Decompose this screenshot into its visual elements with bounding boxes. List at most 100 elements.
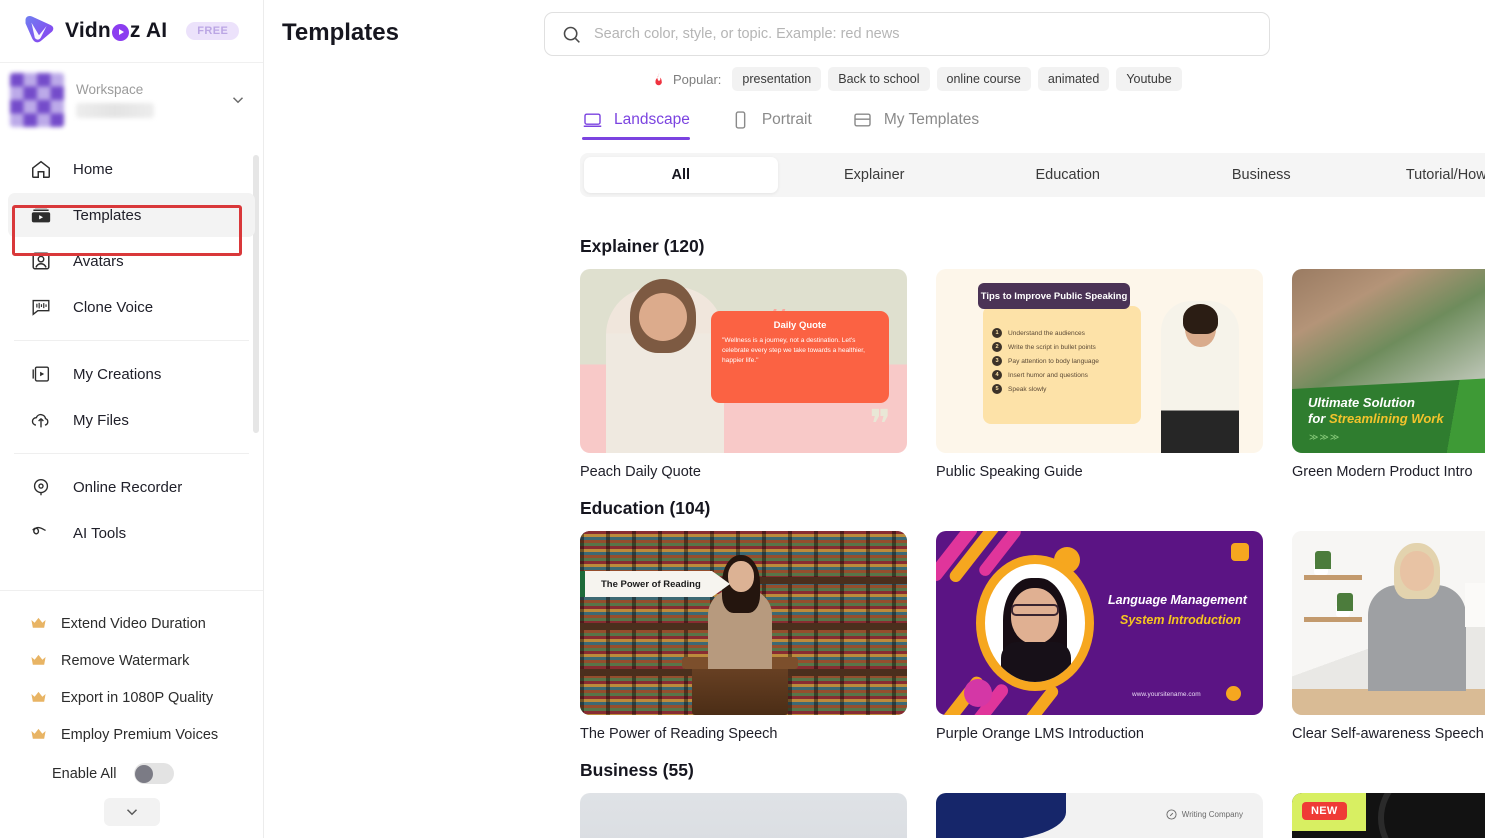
thumb-desk	[1292, 689, 1485, 715]
list-number: 4	[992, 370, 1002, 380]
popular-tags-row: Popular: presentation Back to school onl…	[652, 67, 1465, 91]
template-thumbnail: Language Management System Introduction …	[936, 531, 1263, 715]
thumb-person	[1368, 585, 1466, 691]
thumb-url: www.yoursitename.com	[1132, 691, 1201, 698]
category-all[interactable]: All	[584, 157, 778, 193]
section-title: Explainer (120)	[580, 236, 1485, 257]
template-card[interactable]: ❝ ❞ Daily Quote "Wellness is a journey, …	[580, 269, 907, 480]
thumb-quote-card: Daily Quote "Wellness is a journey, not …	[711, 311, 889, 403]
template-card[interactable]: The Power of Reading The Power of Readin…	[580, 531, 907, 742]
popular-tag-presentation[interactable]: presentation	[732, 67, 821, 91]
tab-landscape[interactable]: Landscape	[582, 110, 690, 140]
thumb-list-item: Insert humor and questions	[1008, 372, 1088, 379]
popular-tag-online-course[interactable]: online course	[937, 67, 1031, 91]
sidebar-collapse-area	[0, 784, 263, 838]
sidebar-item-templates[interactable]: Templates	[8, 193, 255, 237]
template-card[interactable]: Ultimate Solution for Streamlining Work …	[1292, 269, 1485, 480]
sidebar-nav: Home Templates Avatars	[0, 141, 263, 590]
thumb-person-hair	[1183, 304, 1218, 334]
template-name: Clear Self-awareness Speech	[1292, 726, 1485, 742]
thumb-quote-title: Daily Quote	[722, 320, 878, 331]
sidebar-item-label: Online Recorder	[73, 479, 182, 496]
brand-logo[interactable]: Vidn z AI FREE	[0, 0, 263, 62]
brand-name-part2: z AI	[130, 19, 167, 43]
thumb-list-item: Speak slowly	[1008, 386, 1046, 393]
sidebar-item-home[interactable]: Home	[8, 147, 255, 191]
popular-tag-animated[interactable]: animated	[1038, 67, 1109, 91]
premium-item-premium-voices[interactable]: Employ Premium Voices	[0, 716, 263, 753]
template-card[interactable]	[580, 793, 907, 838]
sidebar-item-label: Templates	[73, 207, 141, 224]
thumb-arrows-decor: ≫≫≫	[1309, 432, 1340, 443]
workspace-switcher[interactable]: Workspace	[0, 62, 263, 141]
template-thumbnail: The Power of Reading	[580, 531, 907, 715]
category-explainer[interactable]: Explainer	[778, 157, 972, 193]
template-card[interactable]: Language Management System Introduction …	[936, 531, 1263, 742]
thumb-glasses	[1011, 604, 1059, 616]
popular-tag-youtube[interactable]: Youtube	[1116, 67, 1181, 91]
template-card[interactable]: NEW Company Inc	[1292, 793, 1485, 838]
popular-label: Popular:	[673, 72, 721, 87]
avatar-person-icon	[30, 250, 52, 272]
thumb-person-head	[1400, 551, 1434, 591]
template-name: Purple Orange LMS Introduction	[936, 726, 1263, 742]
chevron-down-icon	[229, 91, 247, 109]
template-thumbnail: The Power of Self-awareness	[1292, 531, 1485, 715]
section-education: Education (104)	[264, 498, 1485, 742]
category-tutorial-howto[interactable]: Tutorial/How-to	[1358, 157, 1485, 193]
thumb-person	[1161, 301, 1239, 453]
premium-item-remove-watermark[interactable]: Remove Watermark	[0, 642, 263, 679]
template-card[interactable]: 1Understand the audiences 2Write the scr…	[936, 269, 1263, 480]
search-input[interactable]	[594, 26, 1253, 42]
chevron-down-icon	[123, 803, 141, 821]
tab-my-templates[interactable]: My Templates	[852, 110, 979, 140]
crown-icon	[30, 726, 47, 743]
app-root: Vidn z AI FREE Workspace Home	[0, 0, 1485, 838]
thumb-avatar-ring	[976, 555, 1094, 691]
premium-item-extend-video-duration[interactable]: Extend Video Duration	[0, 605, 263, 642]
template-thumbnail	[580, 793, 907, 838]
sidebar-item-my-creations[interactable]: My Creations	[8, 352, 255, 396]
template-card[interactable]: Writing Company	[936, 793, 1263, 838]
record-camera-icon	[30, 476, 52, 498]
crown-icon	[30, 615, 47, 632]
thumb-watermark: Writing Company	[1166, 809, 1243, 820]
ai-tools-icon	[30, 522, 52, 544]
template-thumbnail: Ultimate Solution for Streamlining Work …	[1292, 269, 1485, 453]
section-title: Business (55)	[580, 760, 1485, 781]
tab-label: My Templates	[884, 111, 979, 129]
sidebar-item-ai-tools[interactable]: AI Tools	[8, 511, 255, 555]
tab-portrait[interactable]: Portrait	[730, 110, 812, 140]
enable-all-toggle[interactable]	[134, 763, 174, 784]
thumb-person-head	[1011, 588, 1059, 644]
thumb-navy-shape	[936, 793, 1066, 838]
thumb-headline-1: Language Management	[1108, 593, 1247, 607]
my-templates-icon	[852, 110, 873, 130]
list-number: 3	[992, 356, 1002, 366]
sidebar-collapse-button[interactable]	[104, 798, 160, 826]
sidebar-item-clone-voice[interactable]: Clone Voice	[8, 285, 255, 329]
templates-scroll-area[interactable]: Explainer (120) ❝ ❞ Daily Quote "Wellnes…	[264, 218, 1485, 838]
premium-item-label: Remove Watermark	[61, 653, 189, 669]
sidebar-divider	[14, 340, 249, 341]
premium-item-label: Export in 1080P Quality	[61, 690, 213, 706]
thumb-headline-2b: Streamlining Work	[1329, 411, 1444, 426]
sidebar-item-my-files[interactable]: My Files	[8, 398, 255, 442]
sidebar-item-label: Clone Voice	[73, 299, 153, 316]
portrait-phone-icon	[730, 110, 751, 130]
sidebar-item-online-recorder[interactable]: Online Recorder	[8, 465, 255, 509]
search-area: Popular: presentation Back to school onl…	[544, 12, 1485, 91]
category-business[interactable]: Business	[1165, 157, 1359, 193]
search-box[interactable]	[544, 12, 1270, 56]
flame-icon	[652, 71, 666, 87]
thumb-headline-2: for Streamlining Work	[1308, 411, 1444, 426]
premium-item-export-1080p[interactable]: Export in 1080P Quality	[0, 679, 263, 716]
category-education[interactable]: Education	[971, 157, 1165, 193]
popular-tag-back-to-school[interactable]: Back to school	[828, 67, 929, 91]
thumb-person-head	[728, 561, 754, 592]
sidebar-item-avatars[interactable]: Avatars	[8, 239, 255, 283]
template-thumbnail: ❝ ❞ Daily Quote "Wellness is a journey, …	[580, 269, 907, 453]
thumb-headline-2: System Introduction	[1120, 613, 1241, 627]
template-thumbnail: 1Understand the audiences 2Write the scr…	[936, 269, 1263, 453]
template-card[interactable]: The Power of Self-awareness Clear Self-a…	[1292, 531, 1485, 742]
